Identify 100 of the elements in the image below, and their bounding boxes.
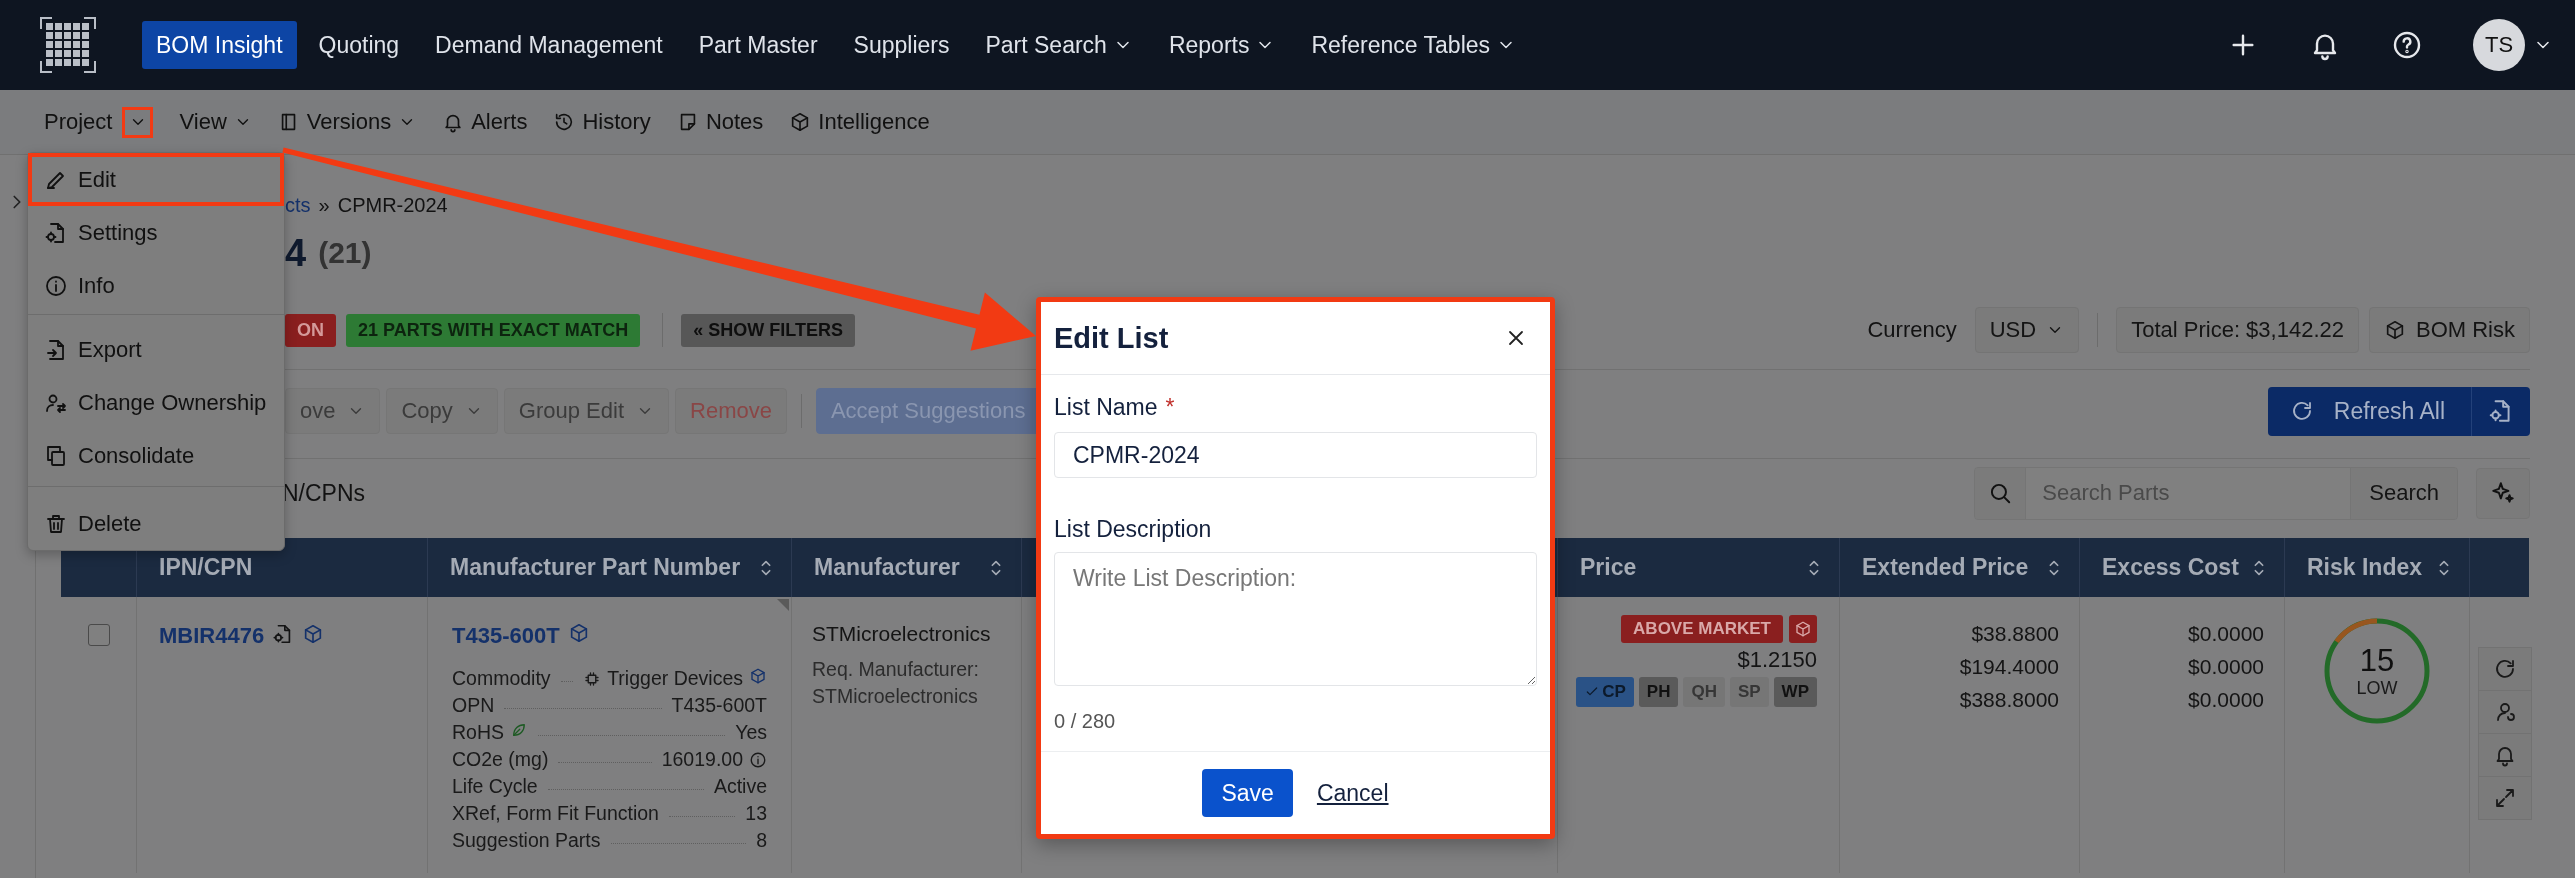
- expand-button[interactable]: [2478, 776, 2532, 820]
- attribute-value: T435-600T: [671, 694, 767, 717]
- nav-tab[interactable]: Reports: [1154, 21, 1290, 69]
- extended-price: $38.8800: [1971, 621, 2059, 647]
- column-header[interactable]: Manufacturer Part Number: [427, 538, 791, 597]
- info-icon: [749, 750, 767, 769]
- attribute-label: XRef, Form Fit Function: [452, 802, 659, 825]
- action-button[interactable]: ove: [285, 388, 381, 434]
- user-button[interactable]: [2478, 690, 2532, 734]
- action-button[interactable]: Group Edit: [503, 388, 669, 434]
- file-settings-button[interactable]: [2472, 386, 2530, 436]
- refresh-icon: [2493, 657, 2517, 681]
- price-source-tab[interactable]: WP: [1773, 677, 1817, 707]
- breadcrumb-link[interactable]: cts: [285, 193, 311, 217]
- search-button[interactable]: Search: [2350, 467, 2457, 519]
- attribute-value: 13: [745, 802, 767, 825]
- show-filters-button[interactable]: « SHOW FILTERS: [681, 313, 855, 347]
- toolbar-menu[interactable]: Alerts: [442, 109, 528, 135]
- nav-tab[interactable]: Reference Tables: [1297, 21, 1531, 69]
- unit-price: $1.2150: [1737, 647, 1817, 673]
- toolbar-menu[interactable]: History: [553, 109, 651, 135]
- extended-price: $388.8000: [1959, 687, 2059, 713]
- attribute-value: Active: [713, 775, 767, 798]
- excess-cost: $0.0000: [2188, 621, 2264, 647]
- extended-price: $194.4000: [1959, 654, 2059, 680]
- attribute-value: 16019.00: [661, 748, 743, 771]
- expand-icon: [2493, 786, 2517, 810]
- status-badge: 21 PARTS WITH EXACT MATCH: [346, 313, 641, 347]
- row-checkbox[interactable]: [87, 624, 110, 646]
- toolbar-menu[interactable]: View: [179, 109, 252, 135]
- menu-item[interactable]: Change Ownership: [28, 376, 284, 429]
- price-source-tab[interactable]: PH: [1638, 677, 1679, 707]
- refresh-all-button[interactable]: Refresh All: [2267, 386, 2472, 436]
- attribute-label: RoHS: [452, 721, 505, 744]
- manufacturer-name: STMicroelectronics: [812, 622, 992, 646]
- column-header[interactable]: Manufacturer: [791, 538, 1021, 597]
- help-icon: [2391, 29, 2423, 61]
- cube-icon: [2384, 319, 2406, 341]
- menu-item[interactable]: Info: [28, 259, 284, 312]
- cube-icon: [1794, 620, 1812, 638]
- risk-score: 15: [2359, 643, 2395, 678]
- toolbar-menu[interactable]: Project: [44, 106, 154, 138]
- attribute-value: Yes: [735, 721, 767, 744]
- copy-icon: [44, 443, 68, 468]
- alert-button[interactable]: [2478, 733, 2532, 777]
- required-manufacturer: Req. Manufacturer: STMicroelectronics: [812, 657, 980, 709]
- column-header[interactable]: Extended Price: [1839, 538, 2079, 597]
- refresh-button[interactable]: [2478, 647, 2532, 691]
- nav-tab[interactable]: Part Master: [684, 21, 832, 69]
- app-logo-icon[interactable]: [40, 17, 96, 73]
- attribute-label: Commodity: [452, 667, 551, 690]
- toolbar-menu[interactable]: Intelligence: [789, 109, 930, 135]
- menu-item[interactable]: Settings: [28, 206, 284, 259]
- part-number-link[interactable]: T435-600T: [452, 622, 560, 649]
- price-source-tab[interactable]: SP: [1729, 677, 1769, 707]
- attribute-value: 8: [756, 829, 767, 852]
- nav-tab[interactable]: Demand Management: [421, 21, 677, 69]
- toolbar-menu[interactable]: Notes: [676, 109, 764, 135]
- cancel-link[interactable]: Cancel: [1316, 779, 1389, 807]
- column-header[interactable]: Price: [1557, 538, 1839, 597]
- cube-icon: [749, 667, 767, 685]
- character-counter: 0 / 280: [1054, 708, 1117, 734]
- column-header[interactable]: Risk Index: [2284, 538, 2469, 597]
- total-price: Total Price: $3,142.22: [2116, 307, 2359, 353]
- column-header[interactable]: Excess Cost: [2079, 538, 2284, 597]
- ai-button[interactable]: [2476, 467, 2530, 519]
- bom-risk-button[interactable]: BOM Risk: [2369, 307, 2530, 353]
- nav-tab[interactable]: Part Search: [971, 21, 1147, 69]
- chip-icon: [583, 669, 602, 688]
- menu-item[interactable]: Edit: [28, 153, 284, 206]
- attribute-label: Life Cycle: [452, 775, 538, 798]
- sparkle-icon: [2490, 480, 2516, 506]
- price-status-badge: ABOVE MARKET: [1621, 615, 1783, 643]
- list-caption: N/CPNs: [281, 479, 366, 507]
- action-button[interactable]: Copy: [386, 388, 498, 434]
- breadcrumb-separator: »: [318, 193, 330, 217]
- status-badge: ON: [285, 313, 336, 347]
- attribute-label: OPN: [452, 694, 495, 717]
- dialog-title: Edit List: [1054, 321, 1169, 355]
- ipn-link[interactable]: MBIR4476: [159, 623, 265, 649]
- list-title: 4: [285, 231, 307, 275]
- list-name-field[interactable]: CPMR-2024: [1054, 432, 1537, 478]
- currency-select[interactable]: USD: [1974, 307, 2080, 353]
- save-button[interactable]: Save: [1202, 769, 1293, 817]
- description-field[interactable]: Write List Description:: [1054, 552, 1537, 686]
- nav-tab[interactable]: Quoting: [304, 21, 414, 69]
- toolbar-menu[interactable]: Versions: [277, 109, 417, 135]
- attribute-value: Trigger Devices: [607, 667, 743, 690]
- menu-item[interactable]: Export: [28, 323, 284, 376]
- part-count: (21): [318, 236, 372, 270]
- corner-mark-icon: [777, 599, 789, 611]
- risk-rating: LOW: [2356, 677, 2398, 699]
- nav-tab[interactable]: BOM Insight: [142, 21, 297, 69]
- nav-tab[interactable]: Suppliers: [839, 21, 964, 69]
- breadcrumb-current: CPMR-2024: [337, 193, 448, 217]
- cube-button[interactable]: [1789, 615, 1817, 643]
- menu-item[interactable]: Consolidate: [28, 429, 284, 482]
- user-avatar[interactable]: TS: [2473, 19, 2525, 71]
- info-icon: [44, 273, 68, 298]
- price-source-tab[interactable]: QH: [1683, 677, 1725, 707]
